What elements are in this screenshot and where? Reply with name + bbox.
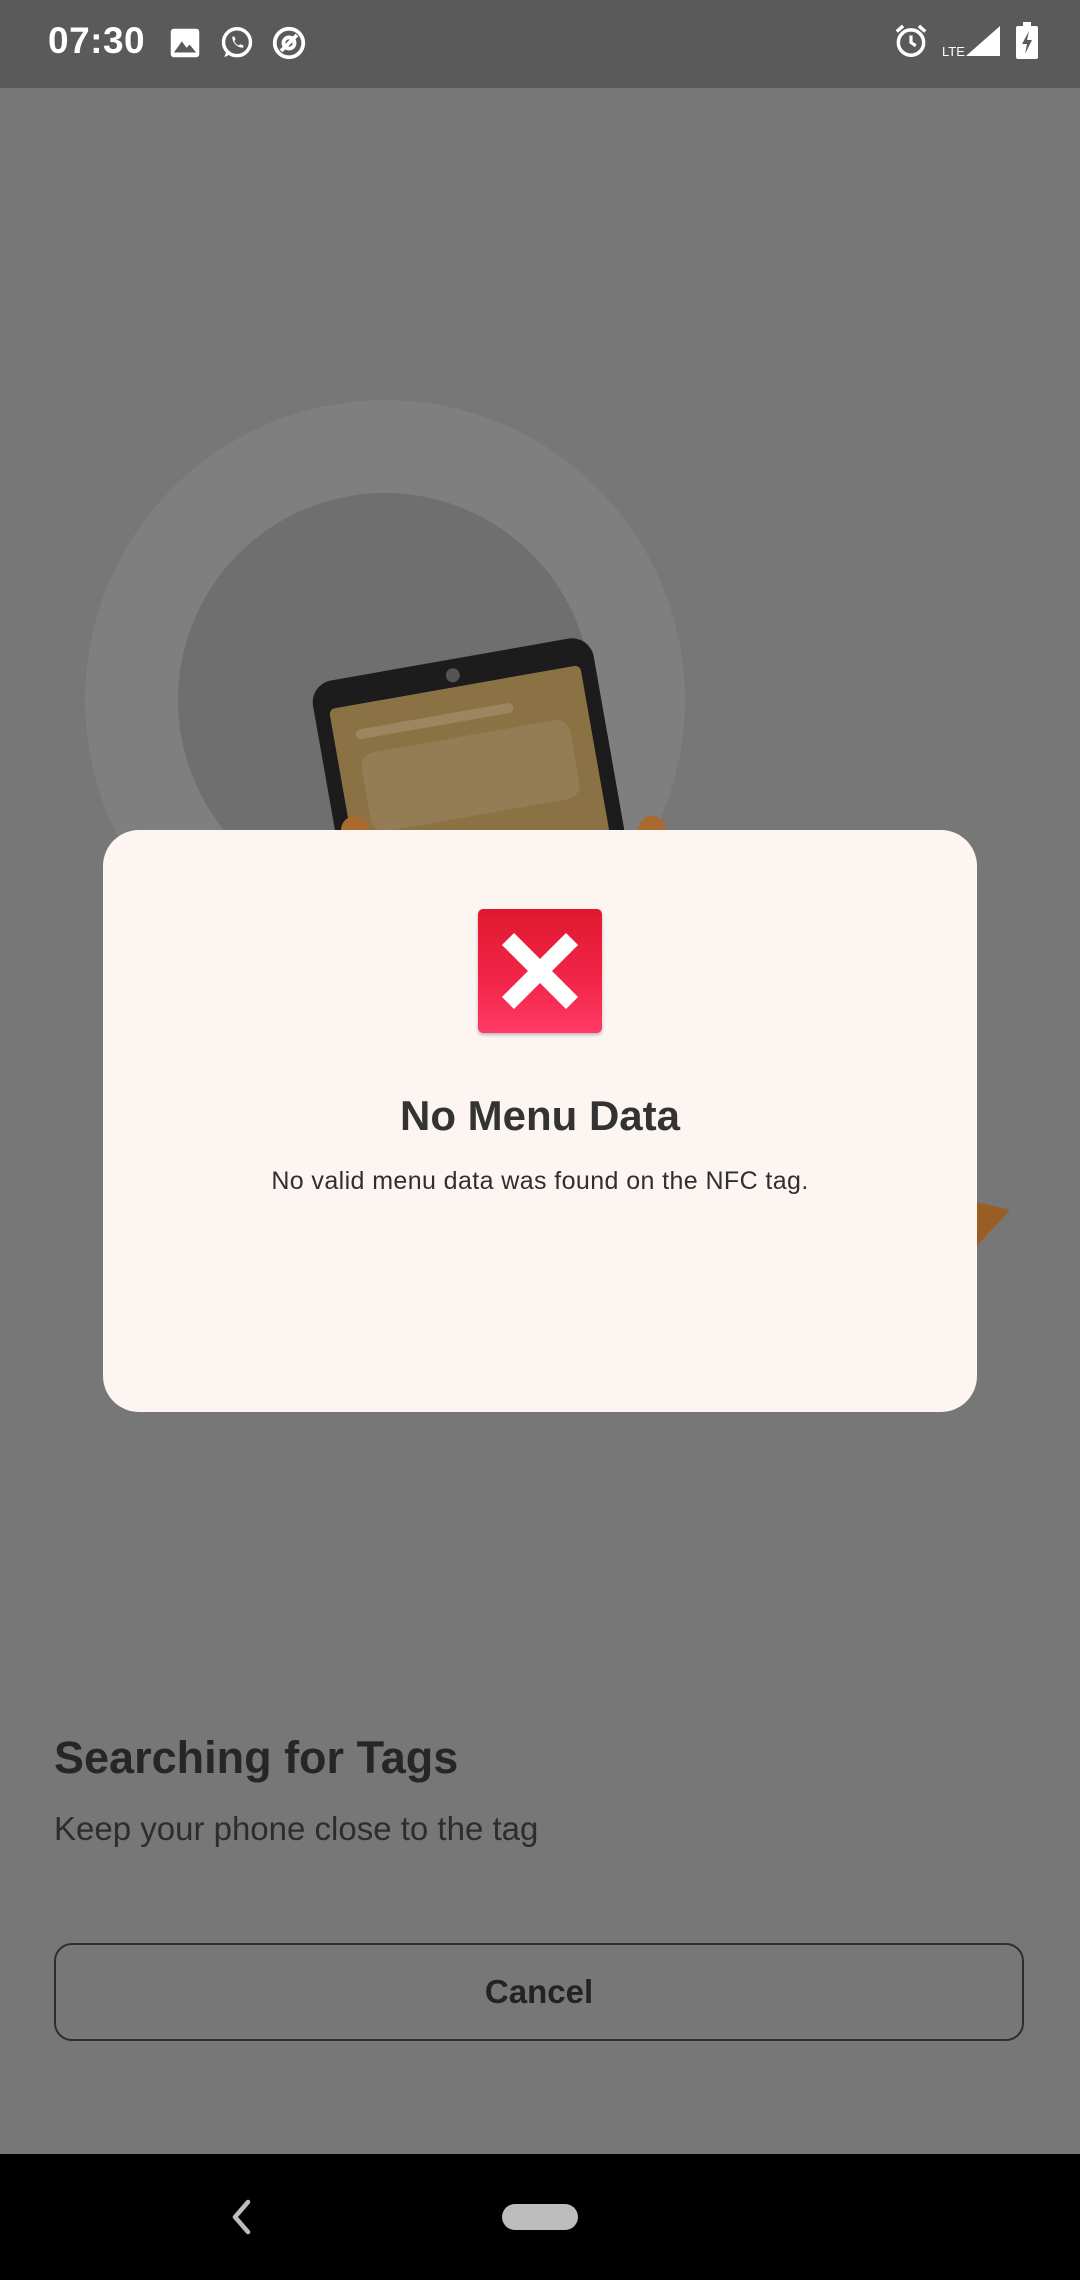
status-time: 07:30 <box>48 20 146 61</box>
lte-signal-icon: LTE <box>942 26 1000 59</box>
searching-subtitle: Keep your phone close to the tag <box>54 1810 539 1847</box>
system-icons: LTE <box>892 22 1040 60</box>
whatsapp-icon <box>221 27 253 58</box>
lte-label: LTE <box>942 44 965 59</box>
error-dialog: No Menu Data No valid menu data was foun… <box>103 830 977 1412</box>
error-x-icon <box>478 909 602 1033</box>
battery-charging-icon <box>1016 22 1038 59</box>
x-mark-icon <box>501 932 579 1010</box>
at-sign-icon <box>272 26 306 60</box>
cancel-button[interactable]: Cancel <box>54 1943 1024 2041</box>
dialog-message: No valid menu data was found on the NFC … <box>271 1167 809 1195</box>
notification-icons <box>166 24 308 62</box>
back-icon[interactable] <box>224 2190 258 2244</box>
alarm-icon <box>895 24 927 57</box>
searching-title: Searching for Tags <box>54 1732 459 1783</box>
dialog-title: No Menu Data <box>399 1092 680 1139</box>
status-bar: 07:30 LTE <box>0 0 1080 88</box>
home-pill-icon[interactable] <box>502 2204 578 2230</box>
navigation-bar <box>0 2154 1080 2280</box>
image-icon <box>170 28 200 58</box>
